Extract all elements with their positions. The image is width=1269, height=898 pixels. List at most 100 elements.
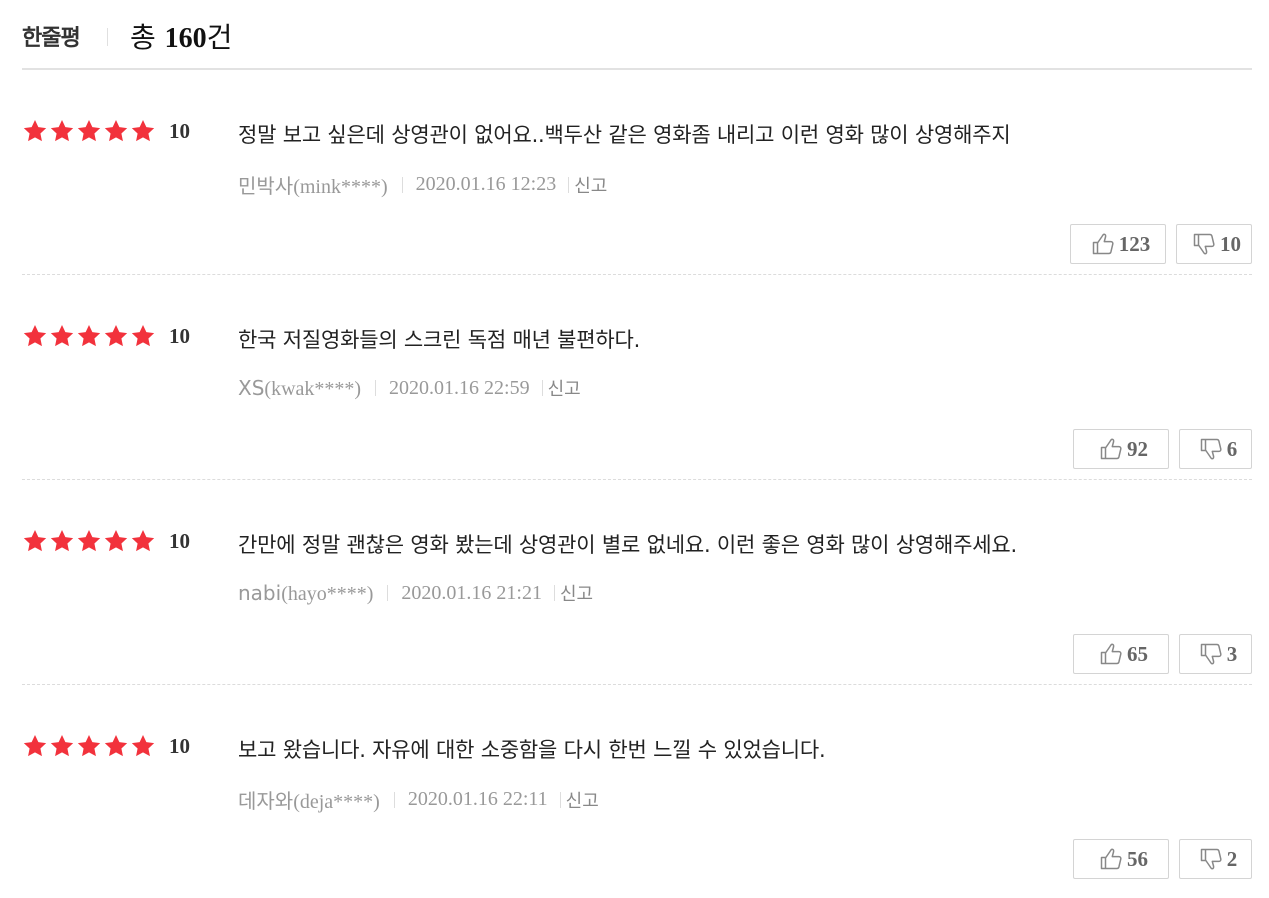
meta-divider [559,791,561,808]
review-comment: 간만에 정말 괜찮은 영화 봤는데 상영관이 별로 없네요. 이런 좋은 영화 … [238,533,1017,557]
like-count: 92 [1127,436,1148,461]
review-score: 10 [169,734,190,758]
star-icon [49,323,75,349]
star-icon [130,528,156,554]
review-meta: nabi(hayo****) 2020.01.16 21:21 신고 [238,580,593,606]
star-icon [49,733,75,759]
vote-buttons: 92 6 [1073,429,1252,469]
star-rating [22,528,156,554]
review-meta: XS(kwak****) 2020.01.16 22:59 신고 [238,375,581,401]
dislike-button[interactable]: 6 [1179,429,1252,469]
star-icon [22,528,48,554]
review-section: 한줄평 총 160건 10 정말 보고 싶은데 상영관이 없어요..백두산 같은… [22,0,1252,890]
star-icon [130,323,156,349]
dislike-button[interactable]: 10 [1176,224,1252,264]
meta-divider [375,380,377,396]
thumbs-up-icon [1090,231,1116,257]
meta-divider [401,176,403,193]
reviewer-id: (kwak****) [264,377,362,400]
review-date: 2020.01.16 22:11 [407,788,548,810]
reviewer-id: (deja****) [293,791,380,813]
review-item: 10 정말 보고 싶은데 상영관이 없어요..백두산 같은 영화좀 내리고 이런… [22,70,1252,275]
star-icon [103,528,129,554]
star-icon [49,118,75,144]
total-number: 160 [164,23,207,54]
report-link[interactable]: 신고 [560,580,593,606]
reviewer-nickname: XS [238,375,265,400]
section-title: 한줄평 [22,26,81,51]
star-icon [103,733,129,759]
dislike-button[interactable]: 2 [1179,839,1252,879]
dislike-count: 3 [1226,641,1238,666]
review-score: 10 [169,529,190,553]
thumbs-down-icon [1198,641,1224,667]
review-comment: 정말 보고 싶은데 상영관이 없어요..백두산 같은 영화좀 내리고 이런 영화… [238,123,1011,147]
thumbs-up-icon [1098,641,1124,667]
review-meta: 데자와(deja****) 2020.01.16 22:11 신고 [238,785,599,814]
dislike-count: 10 [1220,231,1241,256]
star-rating [22,118,156,144]
star-rating [22,733,156,759]
review-comment: 한국 저질영화들의 스크린 독점 매년 불편하다. [238,328,641,352]
star-icon [22,323,48,349]
thumbs-down-icon [1191,231,1217,257]
vote-buttons: 65 3 [1073,634,1252,674]
review-date: 2020.01.16 22:59 [389,376,530,399]
meta-divider [393,791,395,808]
meta-divider [568,176,570,193]
thumbs-down-icon [1198,436,1224,462]
review-item: 10 보고 왔습니다. 자유에 대한 소중함을 다시 한번 느낄 수 있었습니다… [22,685,1252,890]
star-rating [22,323,156,349]
review-date: 2020.01.16 12:23 [415,173,557,195]
meta-divider [387,585,389,601]
like-count: 65 [1127,641,1148,666]
reviewer-name[interactable]: XS(kwak****) [238,376,361,401]
reviewer-name[interactable]: 데자와(deja****) [238,785,380,814]
header-divider [107,28,108,46]
reviewer-id: (mink****) [293,176,388,198]
total-prefix: 총 [130,21,165,54]
like-button[interactable]: 92 [1073,429,1169,469]
dislike-count: 2 [1226,846,1238,871]
review-header: 한줄평 총 160건 [22,0,1252,70]
thumbs-down-icon [1198,846,1224,872]
reviewer-name[interactable]: 민박사(mink****) [238,170,388,199]
star-icon [22,118,48,144]
review-comment: 보고 왔습니다. 자유에 대한 소중함을 다시 한번 느낄 수 있었습니다. [238,738,826,762]
dislike-count: 6 [1226,436,1238,461]
star-icon [76,733,102,759]
like-count: 123 [1118,231,1151,256]
star-icon [103,118,129,144]
review-item: 10 한국 저질영화들의 스크린 독점 매년 불편하다. XS(kwak****… [22,275,1252,480]
dislike-button[interactable]: 3 [1179,634,1252,674]
review-score: 10 [169,119,190,143]
thumbs-up-icon [1098,436,1124,462]
vote-buttons: 56 2 [1073,839,1252,879]
review-date: 2020.01.16 21:21 [401,581,542,604]
report-link[interactable]: 신고 [548,375,581,401]
star-icon [49,528,75,554]
report-link[interactable]: 신고 [574,172,607,198]
like-button[interactable]: 65 [1073,634,1169,674]
like-count: 56 [1127,846,1148,871]
reviewer-id: (hayo****) [281,582,374,605]
reviewer-nickname: nabi [238,580,282,605]
star-icon [130,733,156,759]
total-count: 총 160건 [130,16,232,56]
report-link[interactable]: 신고 [566,787,599,813]
star-icon [22,733,48,759]
total-suffix: 건 [206,21,233,54]
star-icon [130,118,156,144]
review-list: 10 정말 보고 싶은데 상영관이 없어요..백두산 같은 영화좀 내리고 이런… [22,70,1252,890]
thumbs-up-icon [1098,846,1124,872]
reviewer-nickname: 민박사 [238,174,294,198]
like-button[interactable]: 123 [1070,224,1166,264]
reviewer-name[interactable]: nabi(hayo****) [238,581,373,606]
vote-buttons: 123 10 [1070,224,1252,264]
review-item: 10 간만에 정말 괜찮은 영화 봤는데 상영관이 별로 없네요. 이런 좋은 … [22,480,1252,685]
star-icon [76,118,102,144]
review-meta: 민박사(mink****) 2020.01.16 12:23 신고 [238,170,607,199]
like-button[interactable]: 56 [1073,839,1169,879]
star-icon [76,323,102,349]
reviewer-nickname: 데자와 [238,789,294,813]
